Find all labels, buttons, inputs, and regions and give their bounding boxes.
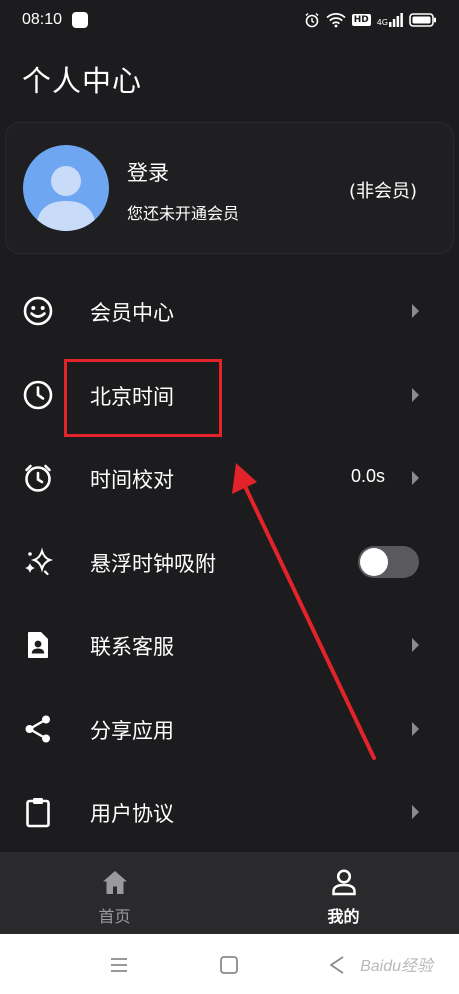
tab-mine-label: 我的: [327, 907, 360, 926]
sparkle-icon: [25, 547, 54, 576]
contact-icon: [28, 632, 48, 658]
member-status: (非会员): [348, 181, 417, 202]
alarm-icon: [305, 13, 319, 28]
home-button-icon[interactable]: [218, 954, 240, 976]
profile-card[interactable]: 登录 您还未开通会员 (非会员): [6, 123, 453, 253]
network-label: 4G: [376, 18, 388, 27]
battery-icon: [409, 13, 436, 27]
menu-item-member-center[interactable]: 会员中心: [0, 269, 459, 353]
chevron-right-icon: [412, 722, 419, 736]
wifi-icon: [326, 13, 346, 28]
clock-icon: [23, 380, 53, 410]
menu-item-floating-clock: 悬浮时钟吸附: [0, 520, 459, 604]
menu-label-share-app: 分享应用: [90, 719, 174, 743]
page-title: 个人中心: [22, 64, 143, 98]
avatar[interactable]: [23, 145, 109, 231]
member-subtitle: 您还未开通会员: [127, 204, 240, 223]
menu-label-floating-clock: 悬浮时钟吸附: [90, 552, 216, 576]
share-icon: [25, 715, 50, 743]
menu-label-contact-service: 联系客服: [90, 635, 174, 659]
chevron-right-icon: [412, 388, 419, 402]
chevron-right-icon: [412, 304, 419, 318]
smiley-icon: [23, 296, 53, 326]
person-icon: [332, 869, 356, 896]
toggle-knob: [360, 548, 388, 576]
tab-mine[interactable]: 我的: [229, 852, 458, 934]
signal-icon: [389, 13, 403, 27]
timer-icon: [25, 464, 51, 492]
back-icon[interactable]: [326, 954, 348, 976]
floating-clock-toggle[interactable]: [358, 546, 419, 578]
menu-icon[interactable]: [108, 954, 130, 976]
menu-item-user-agreement[interactable]: 用户协议: [0, 770, 459, 854]
signal-group: 4G: [377, 13, 403, 27]
tab-home[interactable]: 首页: [0, 852, 229, 934]
status-time: 08:10: [22, 11, 63, 28]
login-label[interactable]: 登录: [127, 157, 169, 187]
menu-item-contact-service[interactable]: 联系客服: [0, 603, 459, 687]
bottom-tab-bar: 首页 我的: [0, 852, 459, 934]
menu-label-member-center: 会员中心: [90, 301, 174, 325]
app-notification-icon: [72, 12, 89, 28]
menu-label-user-agreement: 用户协议: [90, 802, 174, 826]
chevron-right-icon: [412, 471, 419, 485]
tab-home-label: 首页: [98, 907, 131, 926]
status-icons: HD 4G: [304, 12, 437, 28]
chevron-right-icon: [412, 805, 419, 819]
clipboard-icon: [26, 798, 50, 828]
menu-item-time-calibration[interactable]: 时间校对 0.0s: [0, 436, 459, 520]
menu-label-time-calibration: 时间校对: [90, 468, 174, 492]
chevron-right-icon: [412, 638, 419, 652]
menu-item-share-app[interactable]: 分享应用: [0, 687, 459, 771]
system-nav-bar: Baidu经验: [0, 934, 459, 994]
home-icon: [103, 871, 127, 894]
status-bar: 08:10 HD 4G: [0, 0, 459, 40]
annotation-highlight-box: [64, 359, 222, 437]
hd-icon: HD: [351, 14, 371, 26]
watermark: Baidu经验: [360, 958, 433, 975]
time-offset-value: 0.0s: [350, 466, 385, 486]
person-silhouette-icon: [36, 166, 96, 231]
